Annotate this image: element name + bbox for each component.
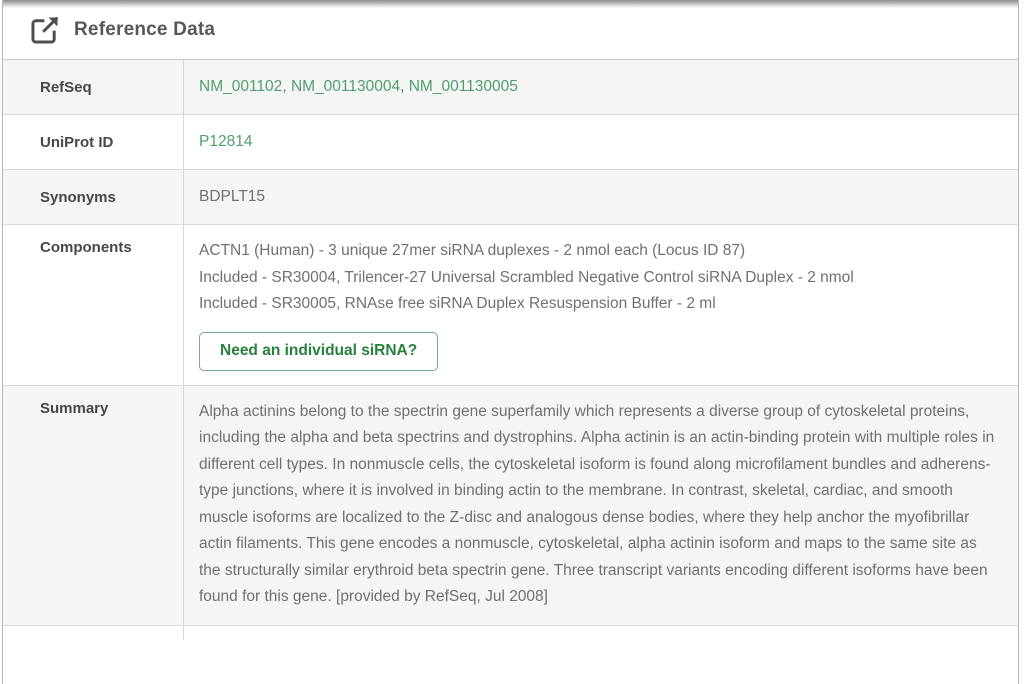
refseq-link-2[interactable]: NM_001130004 [291, 78, 400, 95]
components-line-2: Included - SR30004, Trilencer-27 Univers… [199, 265, 996, 292]
table-row-summary: Summary Alpha actinins belong to the spe… [3, 386, 1018, 626]
table-row-next-partial [3, 626, 1018, 640]
external-link-icon[interactable] [28, 13, 62, 47]
row-label-synonyms: Synonyms [3, 170, 184, 224]
refseq-link-1[interactable]: NM_001102 [199, 78, 282, 95]
next-row-content-cell [184, 626, 1018, 640]
row-label-uniprot: UniProt ID [3, 115, 184, 169]
refseq-link-3[interactable]: NM_001130005 [409, 78, 518, 95]
refseq-separator-2: , [400, 78, 409, 95]
next-row-label-cell [3, 626, 184, 640]
need-individual-sirna-button[interactable]: Need an individual siRNA? [199, 332, 438, 371]
summary-text: Alpha actinins belong to the spectrin ge… [199, 399, 996, 611]
reference-data-card: Reference Data RefSeq NM_001102, NM_0011… [2, 0, 1019, 684]
reference-data-header: Reference Data [3, 0, 1018, 60]
section-title: Reference Data [74, 19, 215, 41]
table-row-synonyms: Synonyms BDPLT15 [3, 170, 1018, 225]
row-value-components: ACTN1 (Human) - 3 unique 27mer siRNA dup… [184, 225, 1018, 385]
table-row-refseq: RefSeq NM_001102, NM_001130004, NM_00113… [3, 60, 1018, 115]
reference-data-table: RefSeq NM_001102, NM_001130004, NM_00113… [3, 60, 1018, 640]
row-label-refseq: RefSeq [3, 60, 184, 114]
synonyms-value: BDPLT15 [199, 184, 265, 211]
row-label-summary: Summary [3, 386, 184, 625]
row-value-summary: Alpha actinins belong to the spectrin ge… [184, 386, 1018, 625]
components-line-1: ACTN1 (Human) - 3 unique 27mer siRNA dup… [199, 238, 996, 265]
row-value-uniprot: P12814 [184, 115, 1018, 169]
uniprot-link[interactable]: P12814 [199, 129, 252, 156]
refseq-separator-1: , [282, 78, 291, 95]
table-row-components: Components ACTN1 (Human) - 3 unique 27me… [3, 225, 1018, 386]
components-line-3: Included - SR30005, RNAse free siRNA Dup… [199, 291, 996, 318]
row-label-components: Components [3, 225, 184, 385]
table-row-uniprot: UniProt ID P12814 [3, 115, 1018, 170]
row-value-synonyms: BDPLT15 [184, 170, 1018, 224]
row-value-refseq: NM_001102, NM_001130004, NM_001130005 [184, 60, 1018, 114]
